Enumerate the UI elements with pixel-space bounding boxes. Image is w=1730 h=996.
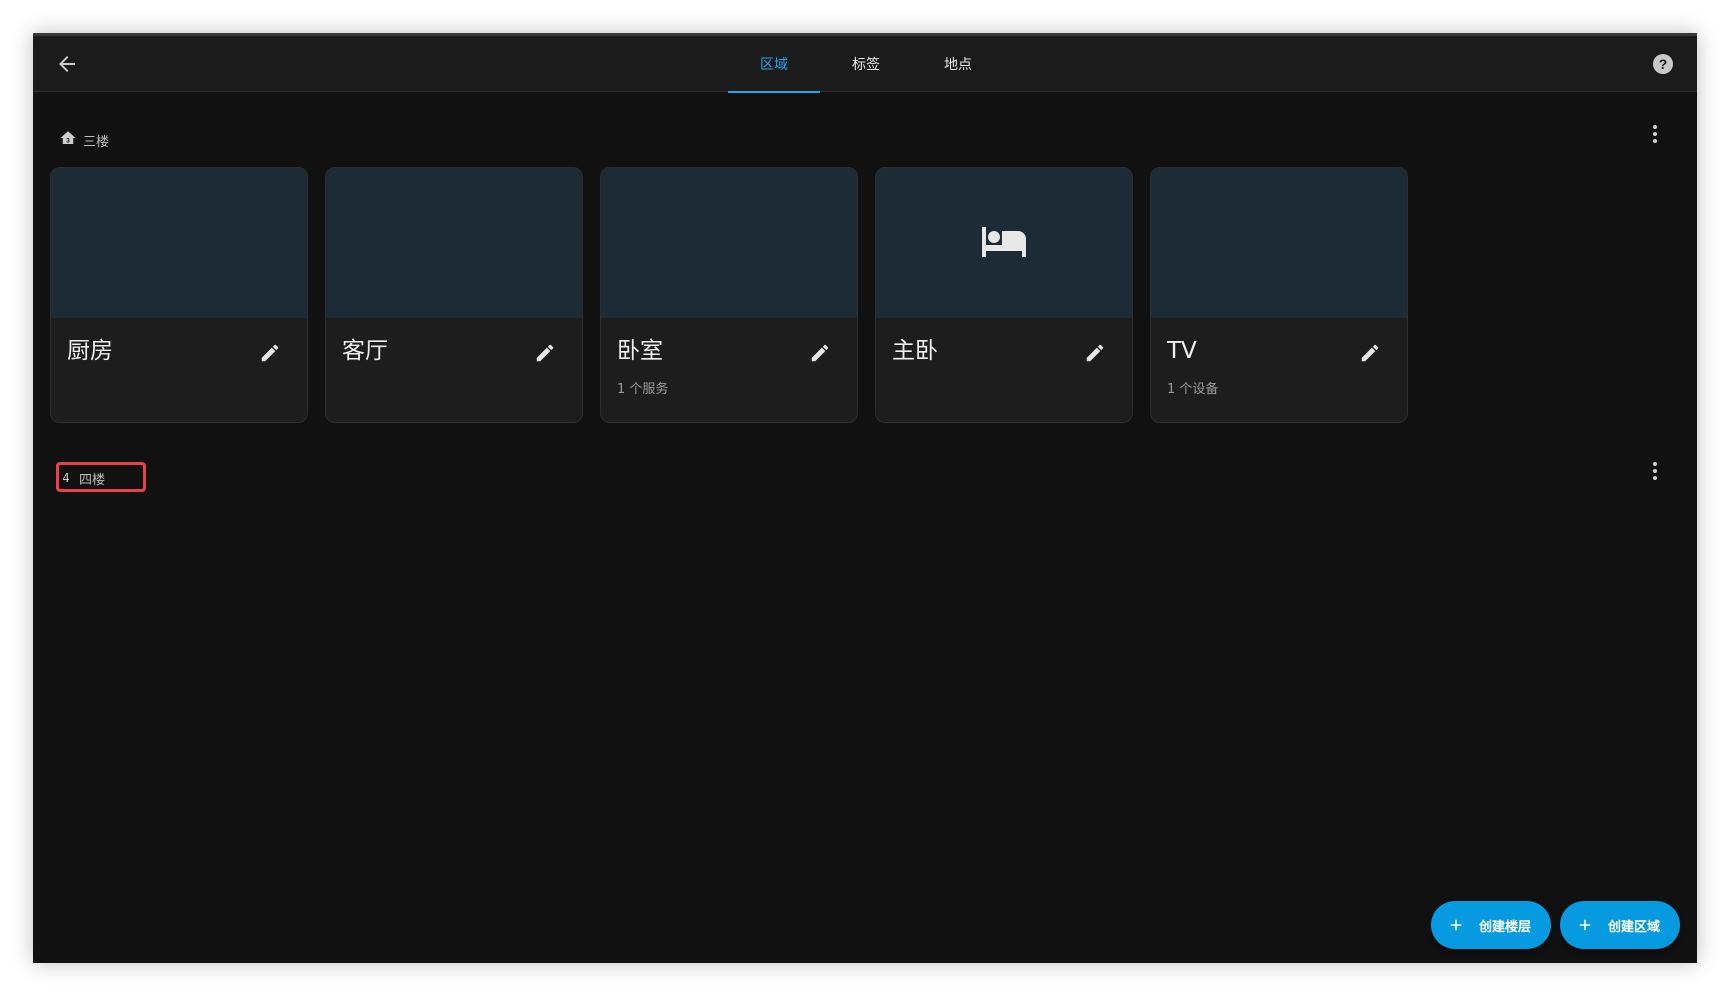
create-floor-label: 创建楼层 — [1479, 919, 1532, 935]
area-card[interactable]: 厨房 — [50, 167, 308, 423]
bed-icon — [980, 217, 1028, 269]
create-area-button[interactable]: 创建区域 — [1560, 901, 1681, 949]
top-app-bar: 区域 标签 地点 ? — [33, 36, 1697, 93]
area-card-image — [326, 168, 582, 318]
area-card-image — [51, 168, 307, 318]
area-card[interactable]: 客厅 — [325, 167, 583, 423]
tab-areas[interactable]: 区域 — [728, 36, 820, 93]
tab-zones[interactable]: 地点 — [912, 36, 1004, 92]
area-card-image — [1151, 168, 1407, 318]
area-name: 厨房 — [67, 338, 113, 364]
edit-pencil-icon[interactable] — [534, 342, 556, 364]
svg-text:3: 3 — [66, 138, 70, 145]
create-floor-button[interactable]: 创建楼层 — [1431, 901, 1552, 949]
edit-pencil-icon[interactable] — [1084, 342, 1106, 364]
edit-pencil-icon[interactable] — [809, 342, 831, 364]
edit-pencil-icon[interactable] — [259, 342, 281, 364]
plus-icon — [1447, 916, 1465, 934]
svg-text:?: ? — [1659, 56, 1668, 72]
area-subtitle: 1 个设备 — [1167, 382, 1219, 397]
tab-bar: 区域 标签 地点 — [728, 36, 1004, 93]
floor-header-4: 4 四楼 — [59, 466, 105, 490]
area-card-image — [601, 168, 857, 318]
area-name: 卧室 — [617, 338, 663, 364]
area-card[interactable]: TV 1 个设备 — [1150, 167, 1408, 423]
floor-header-3: 3 三楼 — [59, 128, 109, 152]
floor-label: 四楼 — [79, 472, 106, 488]
area-card[interactable]: 卧室 1 个服务 — [600, 167, 858, 423]
floor-3-menu-icon[interactable] — [1643, 122, 1667, 146]
area-name: 主卧 — [892, 338, 938, 364]
area-subtitle: 1 个服务 — [617, 382, 669, 397]
back-arrow-icon[interactable] — [55, 52, 79, 76]
area-card-image — [876, 168, 1132, 318]
create-area-label: 创建区域 — [1608, 919, 1661, 935]
tab-labels[interactable]: 标签 — [820, 36, 912, 92]
floor-number-icon: 4 — [62, 471, 70, 485]
help-icon[interactable]: ? — [1651, 52, 1675, 76]
floor-4-menu-icon[interactable] — [1643, 459, 1667, 483]
edit-pencil-icon[interactable] — [1359, 342, 1381, 364]
area-card-list: 厨房 客厅 卧室 1 个服务 主卧 TV 1 个设备 — [50, 167, 1408, 423]
plus-icon — [1576, 916, 1594, 934]
app-window: 区域 标签 地点 ? 3 三楼 厨房 客厅 卧室 1 个服务 主卧 TV 1 个… — [33, 33, 1697, 963]
floor-label: 三楼 — [83, 134, 110, 150]
area-name: 客厅 — [342, 338, 388, 364]
area-card[interactable]: 主卧 — [875, 167, 1133, 423]
home-floor-3-icon: 3 — [59, 129, 77, 151]
area-name: TV — [1167, 338, 1197, 364]
